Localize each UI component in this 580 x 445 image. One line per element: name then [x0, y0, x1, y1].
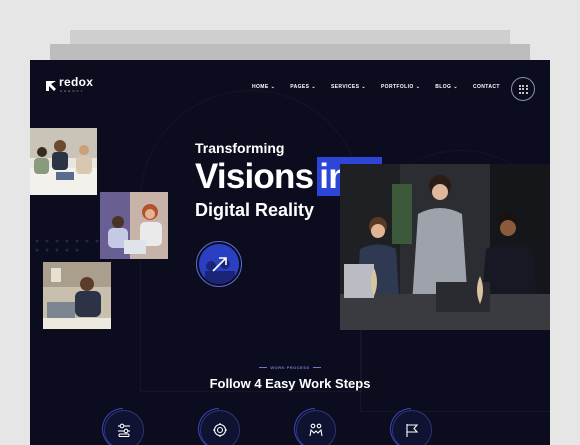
target-gear-icon	[213, 423, 227, 437]
work-process-title: Follow 4 Easy Work Steps	[209, 376, 371, 391]
decorative-dot-pattern	[34, 238, 104, 263]
chevron-down-icon: ⌄	[453, 84, 458, 90]
chevron-down-icon: ⌄	[311, 84, 316, 90]
brand-sub: AGENCY	[60, 89, 85, 93]
chevron-down-icon: ⌄	[415, 84, 421, 90]
background-card-middle	[50, 44, 530, 60]
nav-portfolio[interactable]: PORTFOLIO ⌄	[381, 84, 420, 90]
flag-icon	[406, 424, 419, 437]
step-3[interactable]	[294, 408, 336, 445]
nav-contact[interactable]: CONTACT	[473, 84, 500, 90]
step-1[interactable]	[102, 408, 144, 445]
nav-services[interactable]: SERVICES ⌄	[331, 84, 366, 90]
brand-logo[interactable]: redox AGENCY	[46, 75, 94, 93]
background-card-back	[70, 30, 510, 44]
hero-subline: Digital Reality	[195, 200, 315, 220]
chevron-down-icon: ⌄	[361, 84, 366, 90]
background-arch	[140, 90, 362, 392]
team-photo-working	[43, 262, 111, 329]
chevron-down-icon: ⌄	[270, 84, 276, 90]
hero-kicker: Transforming	[195, 140, 285, 156]
step-2[interactable]	[198, 408, 240, 445]
work-process-tag: WORK PROCESS	[30, 365, 550, 370]
website-preview: redox AGENCY HOME ⌄ PAGES ⌄ SERVICES ⌄ PORT…	[30, 60, 550, 445]
step-4[interactable]	[390, 408, 432, 445]
top-navbar: redox AGENCY HOME ⌄ PAGES ⌄ SERVICES ⌄ PORT…	[30, 60, 550, 116]
team-photo-laptop	[100, 192, 168, 259]
nav-blog[interactable]: BLOG ⌄	[435, 84, 458, 90]
nav-home[interactable]: HOME ⌄	[252, 84, 275, 90]
hero-team-photo	[340, 164, 550, 330]
headline-word: Visions	[195, 157, 314, 196]
settings-sliders-icon	[118, 423, 130, 438]
brand-name: redox	[59, 75, 94, 89]
grid-icon	[518, 84, 528, 94]
nav-pages[interactable]: PAGES ⌄	[290, 84, 316, 90]
play-arrow-button[interactable]	[196, 241, 242, 287]
main-menu: HOME ⌄ PAGES ⌄ SERVICES ⌄ PORTFOLIO ⌄ BLOG ⌄ …	[252, 84, 500, 90]
team-hands-icon	[309, 423, 323, 437]
team-photo-meeting	[30, 128, 97, 195]
cta-image	[199, 244, 239, 284]
menu-grid-button[interactable]	[511, 77, 535, 101]
logo-mark-icon	[46, 78, 56, 91]
